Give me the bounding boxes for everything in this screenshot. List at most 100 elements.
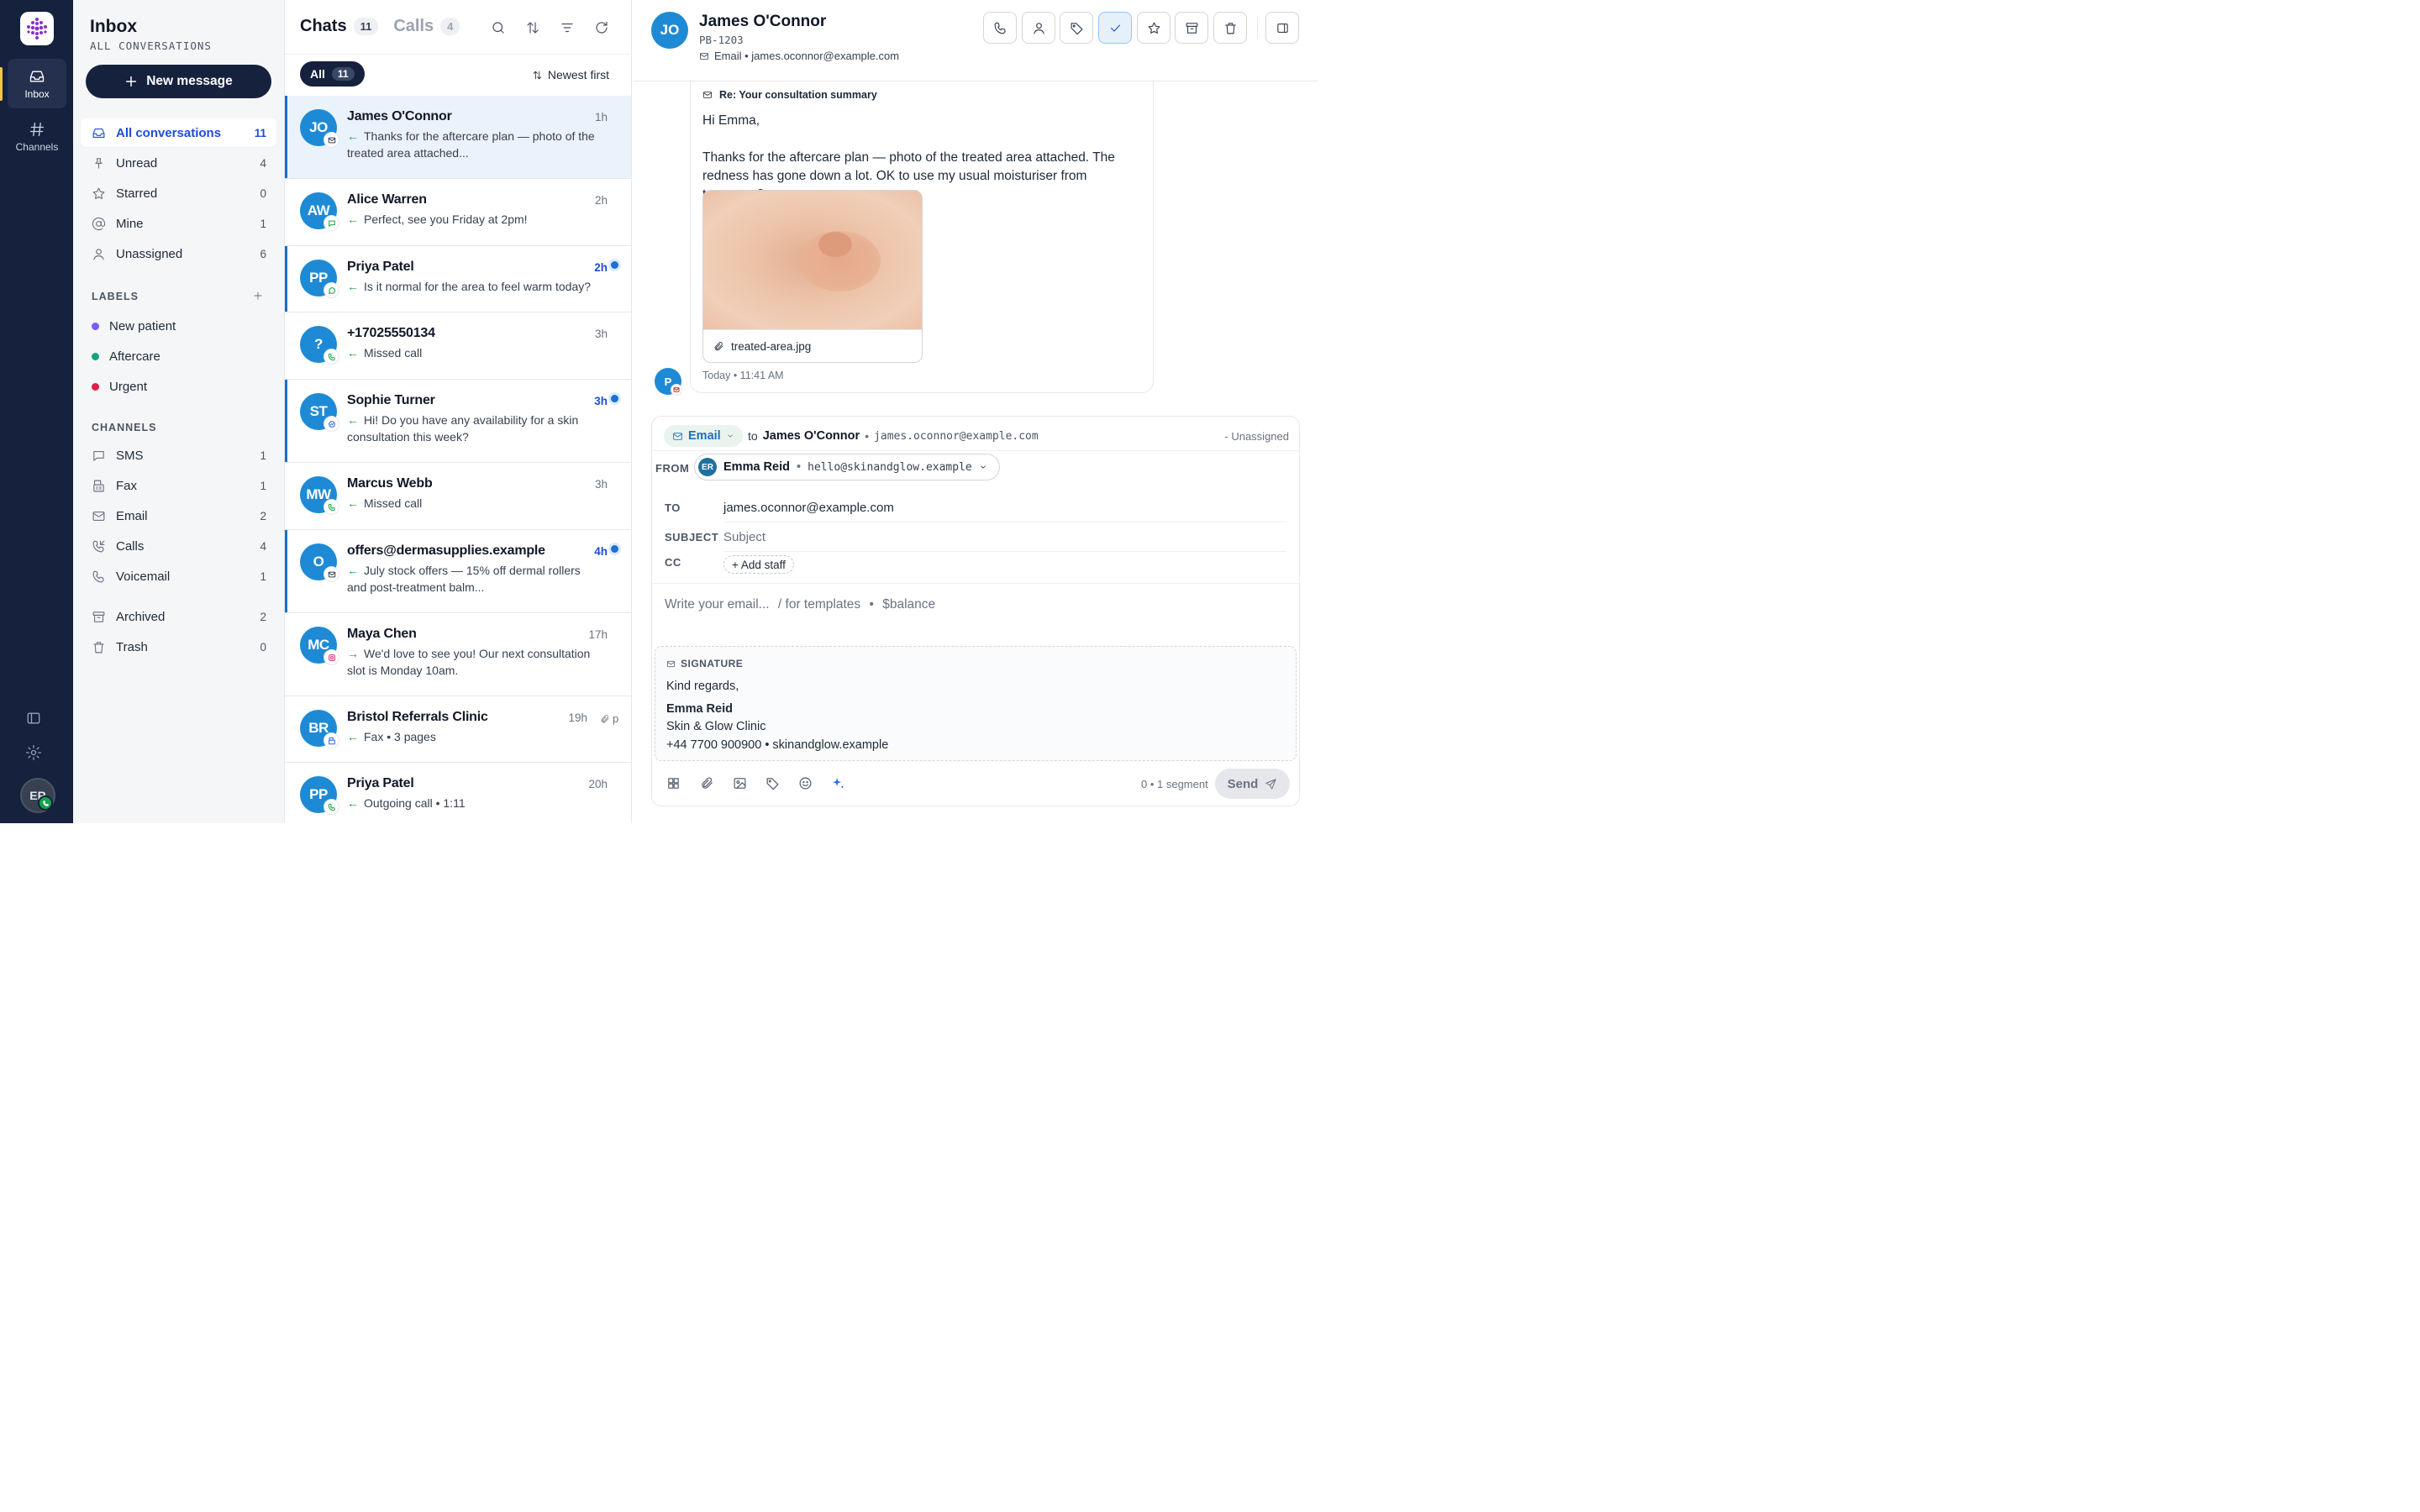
row-preview: ← Perfect, see you Friday at 2pm! <box>347 211 599 228</box>
email-body-input[interactable]: Write your email... / for templates • $b… <box>665 597 935 612</box>
panel-toggle-button[interactable] <box>1265 12 1299 44</box>
add-staff-button[interactable]: + Add staff <box>723 555 794 574</box>
refresh-icon[interactable] <box>594 20 609 35</box>
gear-icon[interactable] <box>25 744 42 761</box>
row-preview-text: Missed call <box>364 346 423 360</box>
filter-all-pill[interactable]: All 11 <box>300 61 365 87</box>
add-label-icon[interactable] <box>252 290 264 302</box>
row-preview-text: Outgoing call • 1:11 <box>364 796 466 810</box>
image-attachment[interactable]: treated-area.jpg <box>702 190 923 363</box>
contact-name[interactable]: James O'Connor <box>699 13 826 31</box>
body-placeholder: Write your email... <box>665 597 770 612</box>
subject-input[interactable]: Subject <box>723 530 765 544</box>
star-icon <box>92 187 105 199</box>
signature-block[interactable]: SIGNATURE Kind regards, Emma Reid Skin &… <box>655 646 1297 761</box>
tab-calls[interactable]: Calls <box>393 17 434 36</box>
rail-channels[interactable]: Channels <box>8 112 66 161</box>
channel-voicemail[interactable]: Voicemail 1 <box>81 562 276 591</box>
nav-unread[interactable]: Unread 4 <box>81 149 276 177</box>
mail-icon <box>673 432 682 440</box>
to-field[interactable]: james.oconnor@example.com <box>723 501 894 515</box>
rail-inbox[interactable]: Inbox <box>8 59 66 108</box>
assign-button[interactable] <box>1022 12 1055 44</box>
row-preview-text: Hi! Do you have any availability for a s… <box>347 413 579 444</box>
tag-icon[interactable] <box>765 776 780 790</box>
conversation-row[interactable]: ST Sophie Turner 3h ← Hi! Do you have any… <box>285 380 631 463</box>
channel-count: 1 <box>260 449 266 462</box>
row-preview-text: Thanks for the aftercare plan — photo of… <box>347 129 595 160</box>
incoming-arrow-icon: ← <box>347 213 359 226</box>
app-logo[interactable] <box>20 12 54 45</box>
resolve-button[interactable] <box>1098 12 1132 44</box>
nav-all-conversations[interactable]: All conversations 11 <box>81 118 276 147</box>
email-channel-icon <box>324 132 339 148</box>
sort-icon[interactable] <box>525 20 540 35</box>
signature-name: Emma Reid <box>666 701 733 716</box>
nav-unassigned[interactable]: Unassigned 6 <box>81 239 276 268</box>
message-subject: Re: Your consultation summary <box>702 89 877 101</box>
call-button[interactable] <box>983 12 1017 44</box>
tab-chats[interactable]: Chats <box>300 17 347 36</box>
archive-button[interactable] <box>1175 12 1208 44</box>
sort-dropdown[interactable]: Newest first <box>532 68 609 81</box>
row-time: 3h <box>594 395 608 407</box>
channel-calls[interactable]: Calls 4 <box>81 532 276 560</box>
conversation-row[interactable]: BR Bristol Referrals Clinic 19h p ← Fax •… <box>285 696 631 763</box>
conversation-row[interactable]: MW Marcus Webb 3h ← Missed call <box>285 463 631 530</box>
image-icon[interactable] <box>733 776 747 790</box>
ai-sparkle-icon[interactable] <box>831 776 845 790</box>
channel-sms[interactable]: SMS 1 <box>81 441 276 470</box>
conversation-row[interactable]: PP Priya Patel 2h ← Is it normal for the … <box>285 246 631 312</box>
composer: Email to James O'Connor • james.oconnor@… <box>651 416 1300 806</box>
mail-icon <box>667 660 675 667</box>
sidebar-title: Inbox <box>90 17 137 36</box>
recipient-line: to James O'Connor • james.oconnor@exampl… <box>748 429 1039 443</box>
row-preview: ← Is it normal for the area to feel warm … <box>347 278 599 295</box>
paperclip-icon[interactable] <box>700 776 714 790</box>
trash-icon <box>1224 22 1236 34</box>
label-aftercare[interactable]: Aftercare <box>81 342 276 370</box>
send-label: Send <box>1227 776 1259 791</box>
attachment-image <box>703 191 922 329</box>
nav-count: 6 <box>260 247 266 260</box>
phone-incoming-icon <box>92 540 105 552</box>
new-message-button[interactable]: New message <box>86 65 271 98</box>
hash-icon <box>29 122 45 136</box>
templates-icon[interactable] <box>666 776 681 790</box>
archive-icon <box>92 611 105 622</box>
sidebar-toggle-icon[interactable] <box>25 710 42 727</box>
from-selector[interactable]: ER Emma Reid • hello@skinandglow.example <box>694 454 1000 480</box>
row-name: Priya Patel <box>347 260 414 274</box>
nav-archived[interactable]: Archived 2 <box>81 602 276 631</box>
assignee-dropdown[interactable]: - Unassigned <box>1224 430 1289 443</box>
row-preview: ← Thanks for the aftercare plan — photo o… <box>347 128 599 161</box>
filter-icon[interactable] <box>560 20 575 35</box>
row-preview: ← Fax • 3 pages <box>347 728 599 745</box>
star-button[interactable] <box>1137 12 1171 44</box>
nav-trash[interactable]: Trash 0 <box>81 633 276 661</box>
label-urgent[interactable]: Urgent <box>81 372 276 401</box>
row-name: +17025550134 <box>347 326 435 340</box>
channel-label: Voicemail <box>116 569 171 584</box>
row-preview-text: Fax • 3 pages <box>364 730 436 743</box>
channel-label: Fax <box>116 478 138 493</box>
phone-channel-icon <box>324 349 339 365</box>
label-button[interactable] <box>1060 12 1093 44</box>
nav-mine[interactable]: Mine 1 <box>81 209 276 238</box>
nav-starred[interactable]: Starred 0 <box>81 179 276 207</box>
channel-selector[interactable]: Email <box>664 425 743 447</box>
conversation-row[interactable]: O offers@dermasupplies.example 4h ← July … <box>285 530 631 613</box>
channel-email[interactable]: Email 2 <box>81 501 276 530</box>
nav-label: Unassigned <box>116 246 183 261</box>
conversation-row[interactable]: JO James O'Connor 1h ← Thanks for the aft… <box>285 96 631 179</box>
conversation-row[interactable]: ? +17025550134 3h ← Missed call <box>285 312 631 380</box>
channel-fax[interactable]: Fax 1 <box>81 471 276 500</box>
search-icon[interactable] <box>491 20 506 35</box>
label-new-patient[interactable]: New patient <box>81 312 276 340</box>
conversation-row[interactable]: PP Priya Patel 20h ← Outgoing call • 1:11 <box>285 763 631 830</box>
send-button[interactable]: Send <box>1215 769 1290 799</box>
delete-button[interactable] <box>1213 12 1247 44</box>
conversation-row[interactable]: AW Alice Warren 2h ← Perfect, see you Fri… <box>285 179 631 246</box>
conversation-row[interactable]: MC Maya Chen 17h → We'd love to see you! … <box>285 613 631 696</box>
emoji-icon[interactable] <box>798 776 813 790</box>
